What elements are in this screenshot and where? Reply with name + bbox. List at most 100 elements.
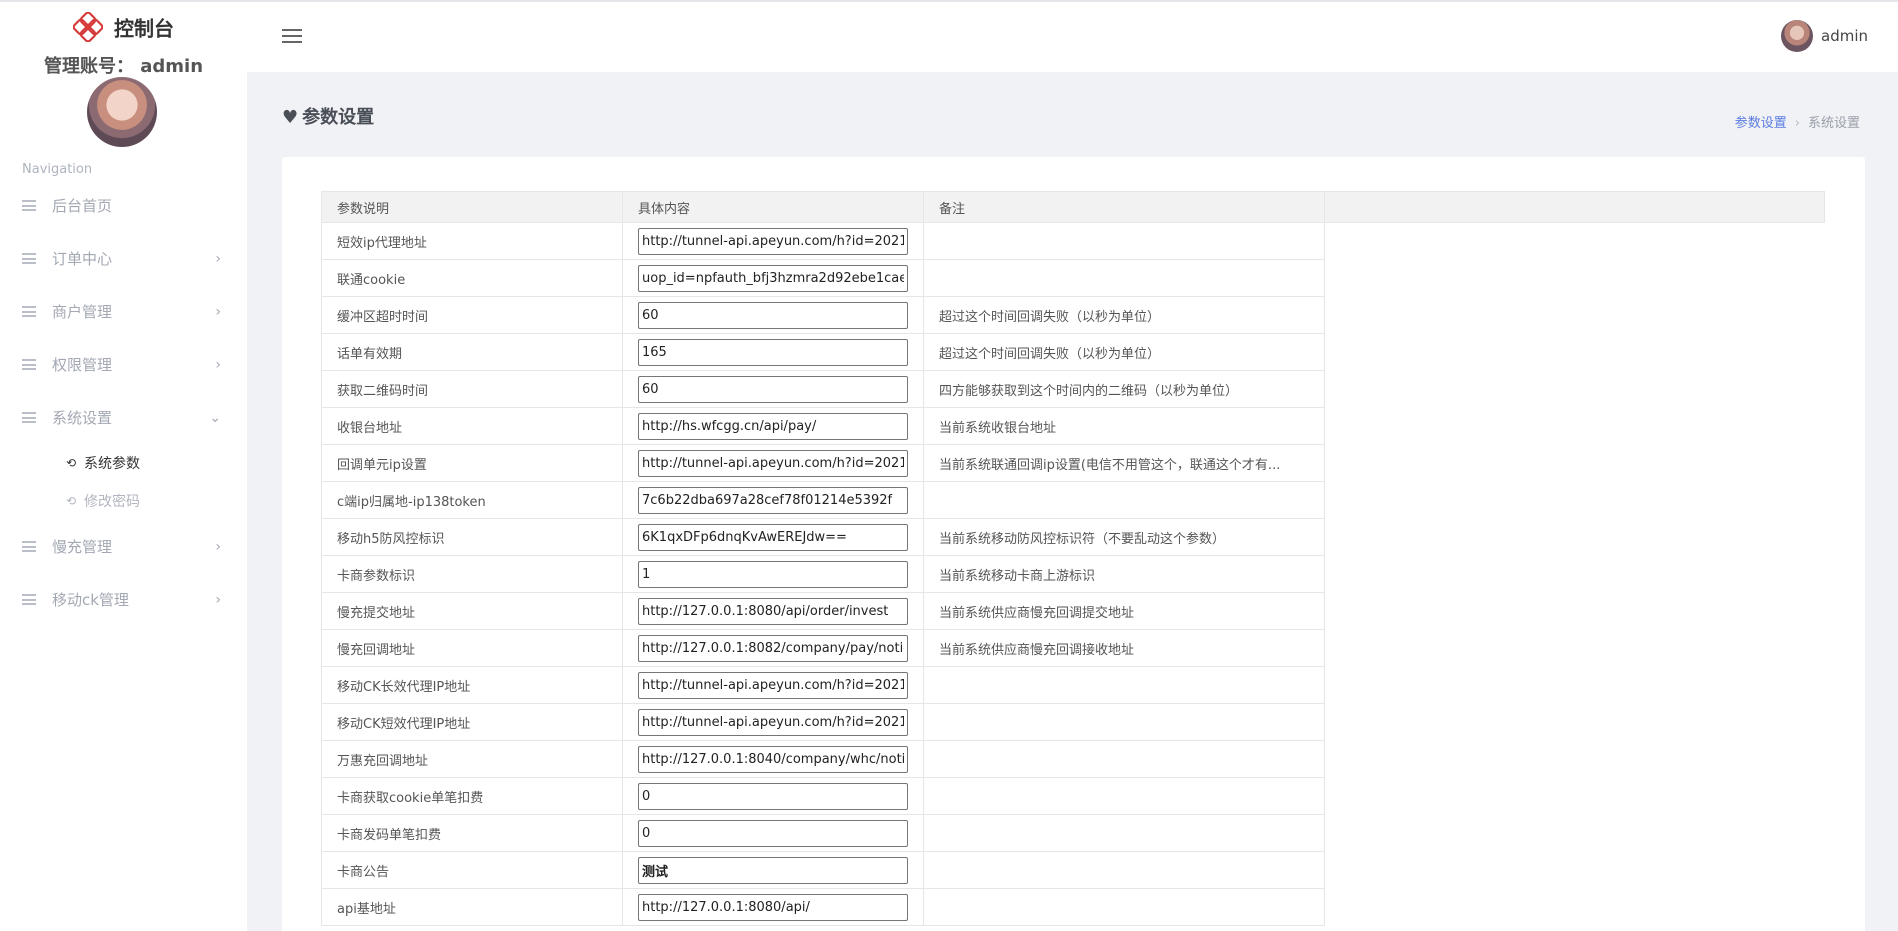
table-row: 联通cookie [321,259,1825,297]
param-label: 移动h5防风控标识 [321,518,623,556]
user-menu[interactable]: admin [1781,20,1868,52]
params-table: 参数说明 具体内容 备注 短效ip代理地址联通cookie缓冲区超时时间超过这个… [321,191,1825,926]
param-note: 当前系统联通回调ip设置(电信不用管这个，联通这个才有... [939,457,1281,473]
chevron-right-icon: › [215,356,221,373]
param-note-cell [923,703,1325,741]
empty-cell [1324,444,1825,482]
sidebar-item-mobile-ck[interactable]: 移动ck管理 › [0,573,247,626]
param-value-cell [622,666,924,704]
account-label: 管理账号： [43,56,134,77]
param-value-input[interactable] [638,745,908,773]
param-value-cell [622,740,924,778]
param-note-cell: 当前系统供应商慢充回调提交地址 [923,592,1325,630]
param-value-cell [622,629,924,667]
table-row: c端ip归属地-ip138token [321,481,1825,519]
sidebar-item-system-settings[interactable]: 系统设置 ⌄ [0,391,247,444]
user-avatar [1781,20,1813,52]
param-value-input[interactable] [638,338,908,366]
table-header-row: 参数说明 具体内容 备注 [321,191,1825,223]
param-value-input[interactable] [638,597,908,625]
empty-cell [1324,851,1825,889]
param-value-input[interactable] [638,634,908,662]
param-note-cell: 四方能够获取到这个时间内的二维码（以秒为单位） [923,370,1325,408]
param-value-input[interactable] [638,671,908,699]
param-note: 四方能够获取到这个时间内的二维码（以秒为单位） [939,383,1239,399]
param-value-input[interactable] [638,560,908,588]
param-value-input[interactable] [638,782,908,810]
profile-avatar[interactable] [87,77,157,147]
param-value-input[interactable] [638,893,908,921]
param-note: 当前系统收银台地址 [939,420,1057,436]
sidebar-subitem-system-params[interactable]: ⟲ 系统参数 [0,444,247,482]
param-value-input[interactable] [638,301,908,329]
param-value-cell [622,777,924,815]
sidebar: 控制台 管理账号： admin Navigation 后台首页 订单中心 › 商… [0,2,247,931]
param-value-cell [622,444,924,482]
sidebar-item-merchants[interactable]: 商户管理 › [0,285,247,338]
account-name: admin [140,56,204,77]
empty-cell [1324,592,1825,630]
param-value-input[interactable] [638,375,908,403]
param-value-input[interactable] [638,819,908,847]
refresh-icon: ⟲ [66,494,77,508]
table-row: 卡商参数标识 当前系统移动卡商上游标识 [321,555,1825,593]
column-header: 备注 [923,191,1325,223]
param-note-cell [923,222,1325,260]
breadcrumb-link[interactable]: 参数设置 [1735,116,1787,131]
table-row: 话单有效期 超过这个时间回调失败（以秒为单位） [321,333,1825,371]
empty-cell [1324,481,1825,519]
chevron-right-icon: › [215,250,221,267]
param-value-cell [622,518,924,556]
table-row: 收银台地址 当前系统收银台地址 [321,407,1825,445]
param-label: 卡商参数标识 [321,555,623,593]
param-label: 卡商获取cookie单笔扣费 [321,777,623,815]
sidebar-item-label: 后台首页 [52,197,113,215]
list-icon [22,412,36,423]
param-value-cell [622,370,924,408]
empty-cell [1324,703,1825,741]
list-icon [22,306,36,317]
table-row: 卡商公告 [321,851,1825,889]
param-value-input[interactable] [638,449,908,477]
param-value-input[interactable] [638,856,908,884]
param-value-input[interactable] [638,227,908,255]
param-label: api基地址 [321,888,623,926]
sidebar-item-orders[interactable]: 订单中心 › [0,232,247,285]
table-row: 移动CK短效代理IP地址 [321,703,1825,741]
params-card: 参数说明 具体内容 备注 短效ip代理地址联通cookie缓冲区超时时间超过这个… [282,157,1865,931]
heart-icon: ♥ [282,107,299,128]
sidebar-subitem-change-password[interactable]: ⟲ 修改密码 [0,482,247,520]
sidebar-item-dashboard[interactable]: 后台首页 [0,179,247,232]
param-value-input[interactable] [638,486,908,514]
param-note-cell [923,777,1325,815]
table-row: 回调单元ip设置 当前系统联通回调ip设置(电信不用管这个，联通这个才有... [321,444,1825,482]
param-label: 卡商发码单笔扣费 [321,814,623,852]
param-value-cell [622,481,924,519]
param-note-cell: 当前系统移动防风控标识符（不要乱动这个参数） [923,518,1325,556]
param-value-input[interactable] [638,264,908,292]
param-note: 当前系统移动卡商上游标识 [939,568,1096,584]
list-icon [22,541,36,552]
menu-toggle-icon[interactable] [282,29,302,44]
table-row: 慢充提交地址 当前系统供应商慢充回调提交地址 [321,592,1825,630]
param-label: 万惠充回调地址 [321,740,623,778]
param-value-input[interactable] [638,412,908,440]
chevron-right-icon: › [215,538,221,555]
param-value-input[interactable] [638,708,908,736]
column-header: 具体内容 [622,191,924,223]
table-row: 移动h5防风控标识 当前系统移动防风控标识符（不要乱动这个参数） [321,518,1825,556]
param-label: 移动CK短效代理IP地址 [321,703,623,741]
sidebar-item-slow-charge[interactable]: 慢充管理 › [0,520,247,573]
param-value-input[interactable] [638,523,908,551]
top-header: admin [247,2,1898,72]
param-label: 回调单元ip设置 [321,444,623,482]
param-label: 慢充提交地址 [321,592,623,630]
param-note-cell: 超过这个时间回调失败（以秒为单位） [923,333,1325,371]
param-label: 获取二维码时间 [321,370,623,408]
empty-cell [1324,370,1825,408]
param-label: 慢充回调地址 [321,629,623,667]
brand[interactable]: 控制台 [0,12,247,42]
sidebar-item-permissions[interactable]: 权限管理 › [0,338,247,391]
table-row: 万惠充回调地址 [321,740,1825,778]
param-label: 收银台地址 [321,407,623,445]
